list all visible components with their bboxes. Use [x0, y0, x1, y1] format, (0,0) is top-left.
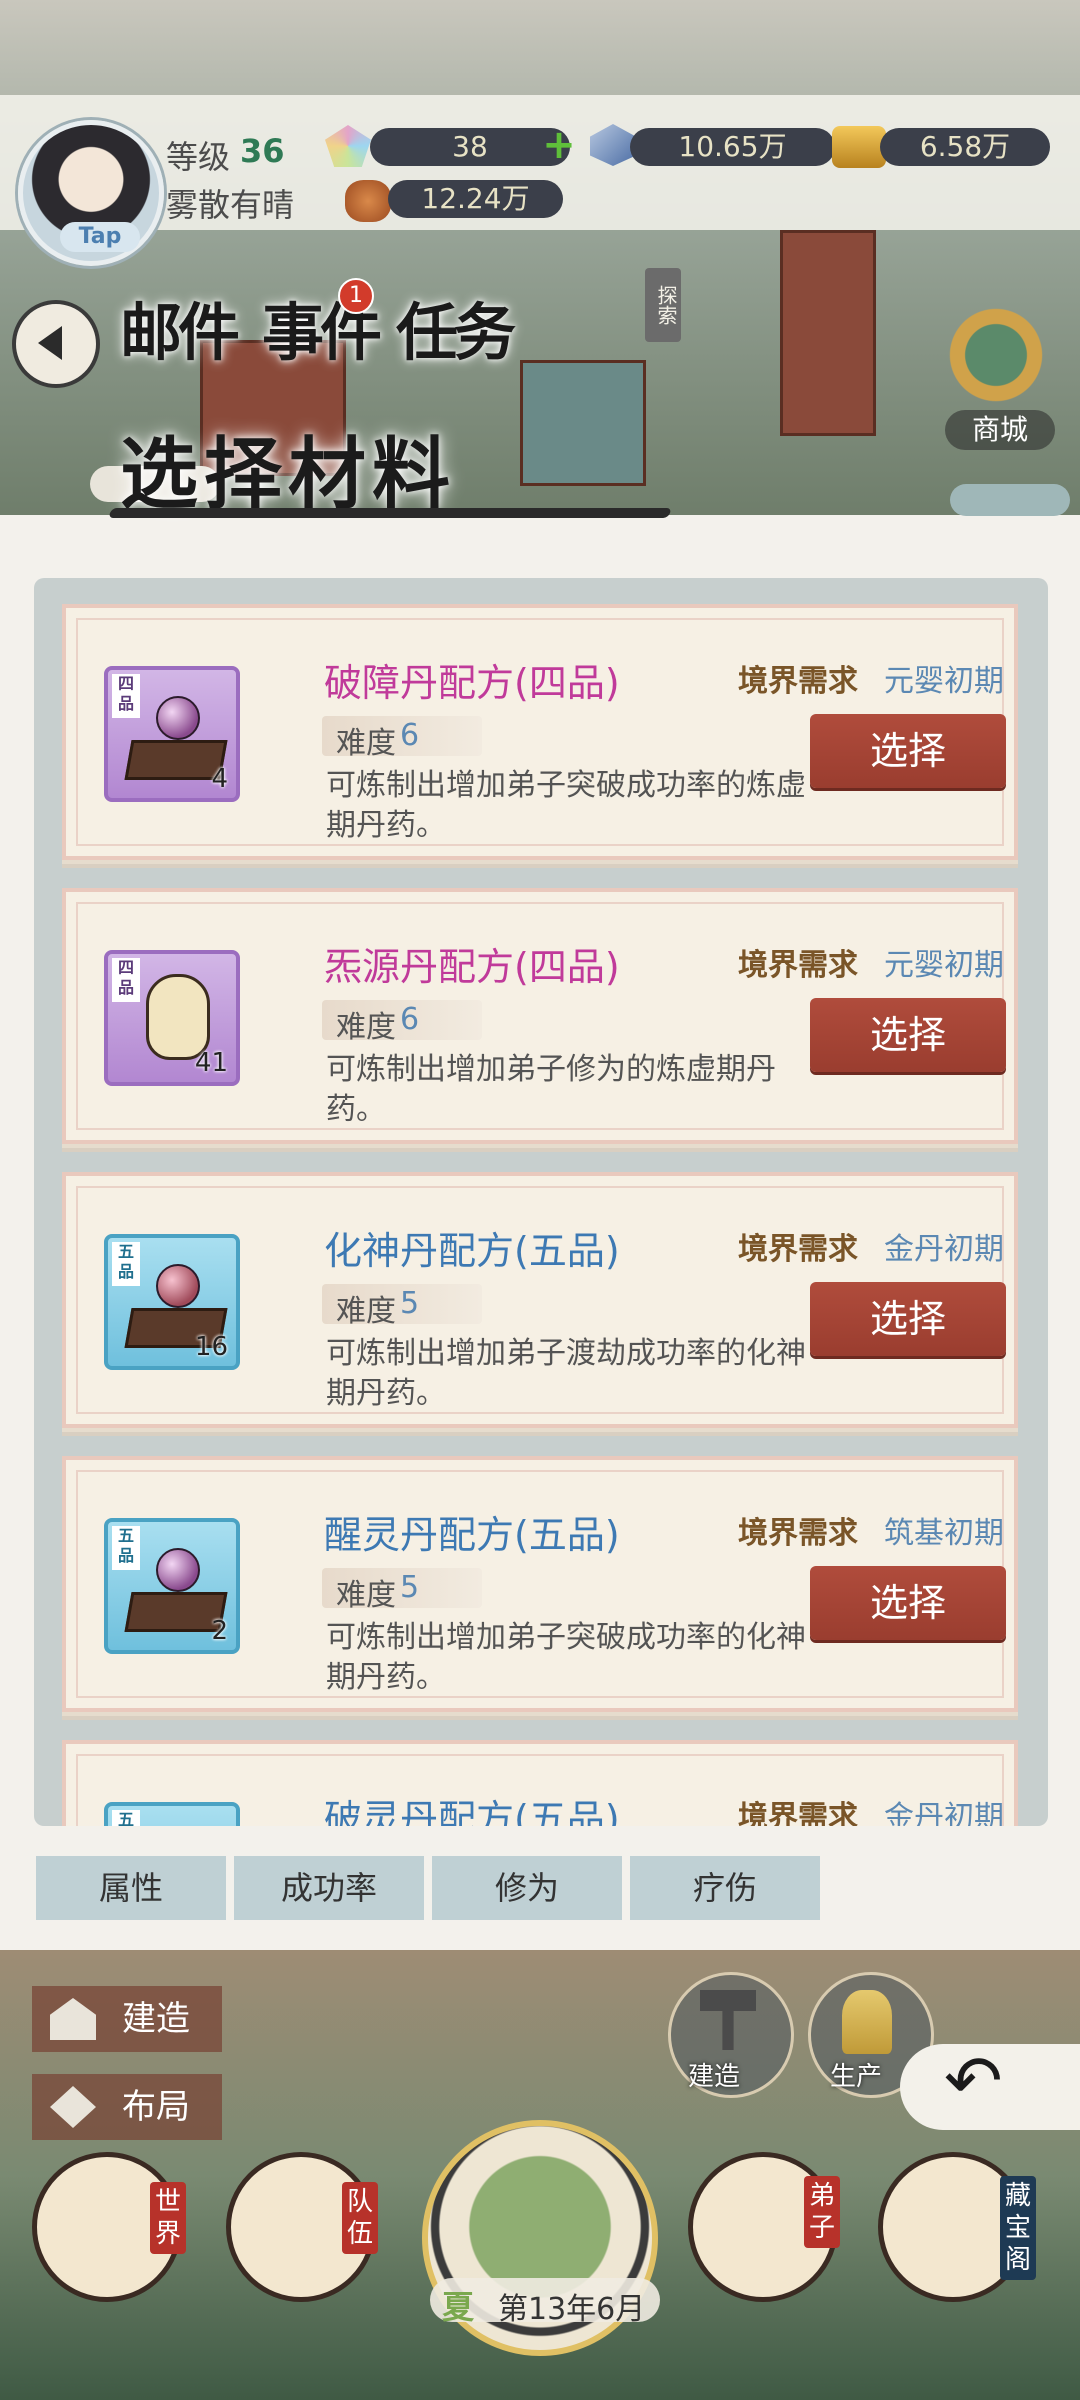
build-label: 建造: [122, 1999, 190, 2039]
world-label: 世界: [150, 2182, 186, 2254]
grade-tag: 四品: [112, 674, 140, 718]
tab-healing[interactable]: 疗伤: [630, 1856, 820, 1920]
select-button[interactable]: 选择: [810, 1282, 1006, 1356]
difficulty-label: 难度: [336, 1294, 396, 1329]
explore-tag[interactable]: 探索: [645, 268, 681, 342]
requirement-label: 境界需求: [738, 948, 858, 983]
treasure-label: 藏宝阁: [1000, 2176, 1036, 2280]
requirement-value: 元婴初期: [884, 664, 1004, 699]
tab-cultivation[interactable]: 修为: [432, 1856, 622, 1920]
difficulty-label: 难度: [336, 1010, 396, 1045]
build-button[interactable]: 建造: [32, 1986, 222, 2052]
add-resource-button[interactable]: +: [540, 125, 578, 165]
layout-button[interactable]: 布局: [32, 2074, 222, 2140]
weather-text: 雾散有晴: [166, 186, 295, 224]
title-brush-stroke: [108, 508, 672, 518]
recipe-item-icon: 四品 4: [104, 666, 240, 802]
level-label: 等级: [166, 138, 231, 176]
layout-icon: [50, 2086, 96, 2128]
return-arrow-button[interactable]: [900, 2040, 1080, 2130]
recipe-name: 化神丹配方(五品): [324, 1229, 620, 1273]
team-label: 队伍: [342, 2182, 378, 2254]
grade-tag: 五品: [112, 1526, 140, 1570]
recipe-name: 破障丹配方(四品): [324, 661, 620, 705]
requirement-value: 金丹初期: [884, 1232, 1004, 1267]
recipe-item-icon: 五品: [104, 1802, 240, 1826]
recipe-list[interactable]: 四品 4 破障丹配方(四品) 境界需求 元婴初期 难度 6 可炼制出增加弟子突破…: [34, 578, 1048, 1826]
crystal-count: 10.65万: [630, 128, 835, 166]
disciple-label: 弟子: [804, 2176, 840, 2248]
gate-building: [520, 360, 646, 486]
pill-orb-icon: [156, 1548, 200, 1592]
production-label: 生产: [830, 2062, 883, 2092]
recipe-card[interactable]: 四品 41 炁源丹配方(四品) 境界需求 元婴初期 难度 6 可炼制出增加弟子修…: [62, 888, 1018, 1144]
shop-icon[interactable]: [930, 278, 1062, 418]
select-button[interactable]: 选择: [810, 1566, 1006, 1640]
grade-tag: 五品: [112, 1810, 140, 1826]
requirement-label: 境界需求: [738, 1516, 858, 1551]
recipe-name: 破灵丹配方(五品): [324, 1797, 620, 1826]
season-label: 夏: [442, 2288, 475, 2326]
item-count: 4: [211, 764, 228, 794]
event-notification-badge: 1: [338, 278, 374, 314]
ore-icon: [345, 180, 391, 222]
recipe-description: 可炼制出增加弟子突破成功率的化神期丹药。: [326, 1620, 806, 1695]
cloud-decoration: [950, 484, 1070, 516]
tap-badge: Tap: [60, 222, 140, 252]
requirement-label: 境界需求: [738, 1232, 858, 1267]
difficulty-value: 5: [400, 1286, 420, 1321]
item-count: 16: [194, 1332, 228, 1362]
tab-attribute[interactable]: 属性: [36, 1856, 226, 1920]
recipe-description: 可炼制出增加弟子突破成功率的炼虚期丹药。: [326, 768, 806, 843]
requirement-value: 金丹初期: [884, 1800, 1004, 1826]
difficulty-label: 难度: [336, 1578, 396, 1613]
recipe-card[interactable]: 五品 2 醒灵丹配方(五品) 境界需求 筑基初期 难度 5 可炼制出增加弟子突破…: [62, 1456, 1018, 1712]
recipe-card[interactable]: 四品 4 破障丹配方(四品) 境界需求 元婴初期 难度 6 可炼制出增加弟子突破…: [62, 604, 1018, 860]
difficulty-value: 6: [400, 1002, 420, 1037]
item-count: 2: [211, 1616, 228, 1646]
requirement-label: 境界需求: [738, 1800, 858, 1826]
requirement-value: 筑基初期: [884, 1516, 1004, 1551]
recipe-name: 醒灵丹配方(五品): [324, 1513, 620, 1557]
difficulty-value: 5: [400, 1570, 420, 1605]
date-label: 第13年6月: [498, 2292, 646, 2327]
grade-tag: 五品: [112, 1242, 140, 1286]
gold-icon: [832, 126, 886, 168]
build-round-label: 建造: [688, 2062, 741, 2092]
recipe-description: 可炼制出增加弟子渡劫成功率的化神期丹药。: [326, 1336, 806, 1411]
wheat-icon: [842, 1990, 892, 2054]
recipe-item-icon: 五品 2: [104, 1518, 240, 1654]
gold-count: 6.58万: [880, 128, 1050, 166]
back-arrow-button[interactable]: [12, 300, 100, 388]
ore-count: 12.24万: [388, 180, 563, 218]
house-icon: [50, 1998, 96, 2040]
difficulty-label: 难度: [336, 726, 396, 761]
recipe-description: 可炼制出增加弟子修为的炼虚期丹药。: [326, 1052, 776, 1127]
level-value: 36: [240, 132, 285, 170]
pill-orb-icon: [156, 696, 200, 740]
requirement-value: 元婴初期: [884, 948, 1004, 983]
requirement-label: 境界需求: [738, 664, 858, 699]
tab-success-rate[interactable]: 成功率: [234, 1856, 424, 1920]
shop-label[interactable]: 商城: [945, 410, 1055, 450]
grade-tag: 四品: [112, 958, 140, 1002]
select-button[interactable]: 选择: [810, 714, 1006, 788]
mail-button[interactable]: 邮件: [120, 282, 240, 372]
task-button[interactable]: 任务: [396, 282, 516, 372]
difficulty-value: 6: [400, 718, 420, 753]
tower-building: [780, 230, 876, 436]
recipe-card[interactable]: 五品 16 化神丹配方(五品) 境界需求 金丹初期 难度 5 可炼制出增加弟子渡…: [62, 1172, 1018, 1428]
layout-label: 布局: [122, 2087, 190, 2127]
recipe-card[interactable]: 五品 破灵丹配方(五品) 境界需求 金丹初期: [62, 1740, 1018, 1826]
pill-orb-icon: [156, 1264, 200, 1308]
item-count: 41: [194, 1048, 228, 1078]
recipe-item-icon: 四品 41: [104, 950, 240, 1086]
recipe-name: 炁源丹配方(四品): [324, 945, 620, 989]
select-button[interactable]: 选择: [810, 998, 1006, 1072]
recipe-item-icon: 五品 16: [104, 1234, 240, 1370]
